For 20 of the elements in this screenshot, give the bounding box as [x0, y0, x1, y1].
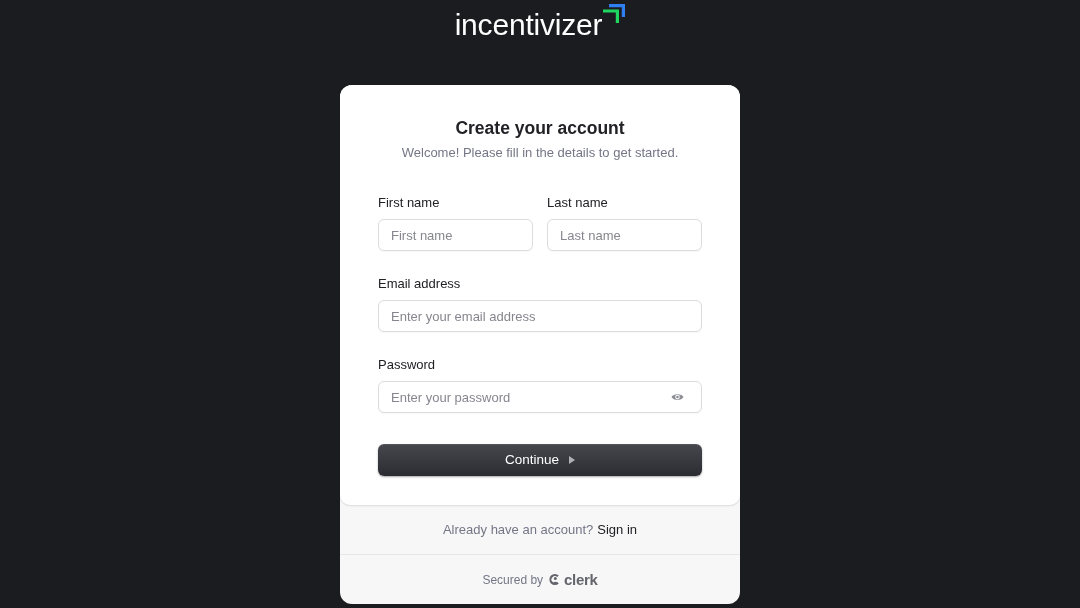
field-label: First name [378, 194, 441, 211]
field-label: Password [378, 356, 437, 373]
text-field[interactable]: Last name [547, 219, 702, 251]
form-subtitle: Welcome! Please fill in the details to get started. [400, 144, 680, 162]
secured-by-text: Secured by [482, 571, 544, 589]
logo-icon [549, 573, 562, 586]
eye-icon[interactable] [671, 392, 684, 402]
signin-prompt: Already have an account? [442, 520, 594, 539]
password-field[interactable]: Enter your password [378, 381, 702, 413]
continue-button[interactable]: Continue [378, 444, 702, 476]
sign-in-link[interactable]: Sign in [597, 519, 638, 540]
field-label: Last name [547, 194, 609, 211]
logo-wordmark: incentivizer [454, 9, 603, 41]
brand-name: clerk [564, 572, 598, 587]
caret-icon [569, 456, 575, 464]
form-title: Create your account [454, 117, 626, 139]
chevrons-icon [603, 4, 626, 23]
text-field[interactable]: First name [378, 219, 533, 251]
email-field[interactable]: Enter your email address [378, 300, 702, 332]
field-label: Email address [378, 275, 462, 292]
